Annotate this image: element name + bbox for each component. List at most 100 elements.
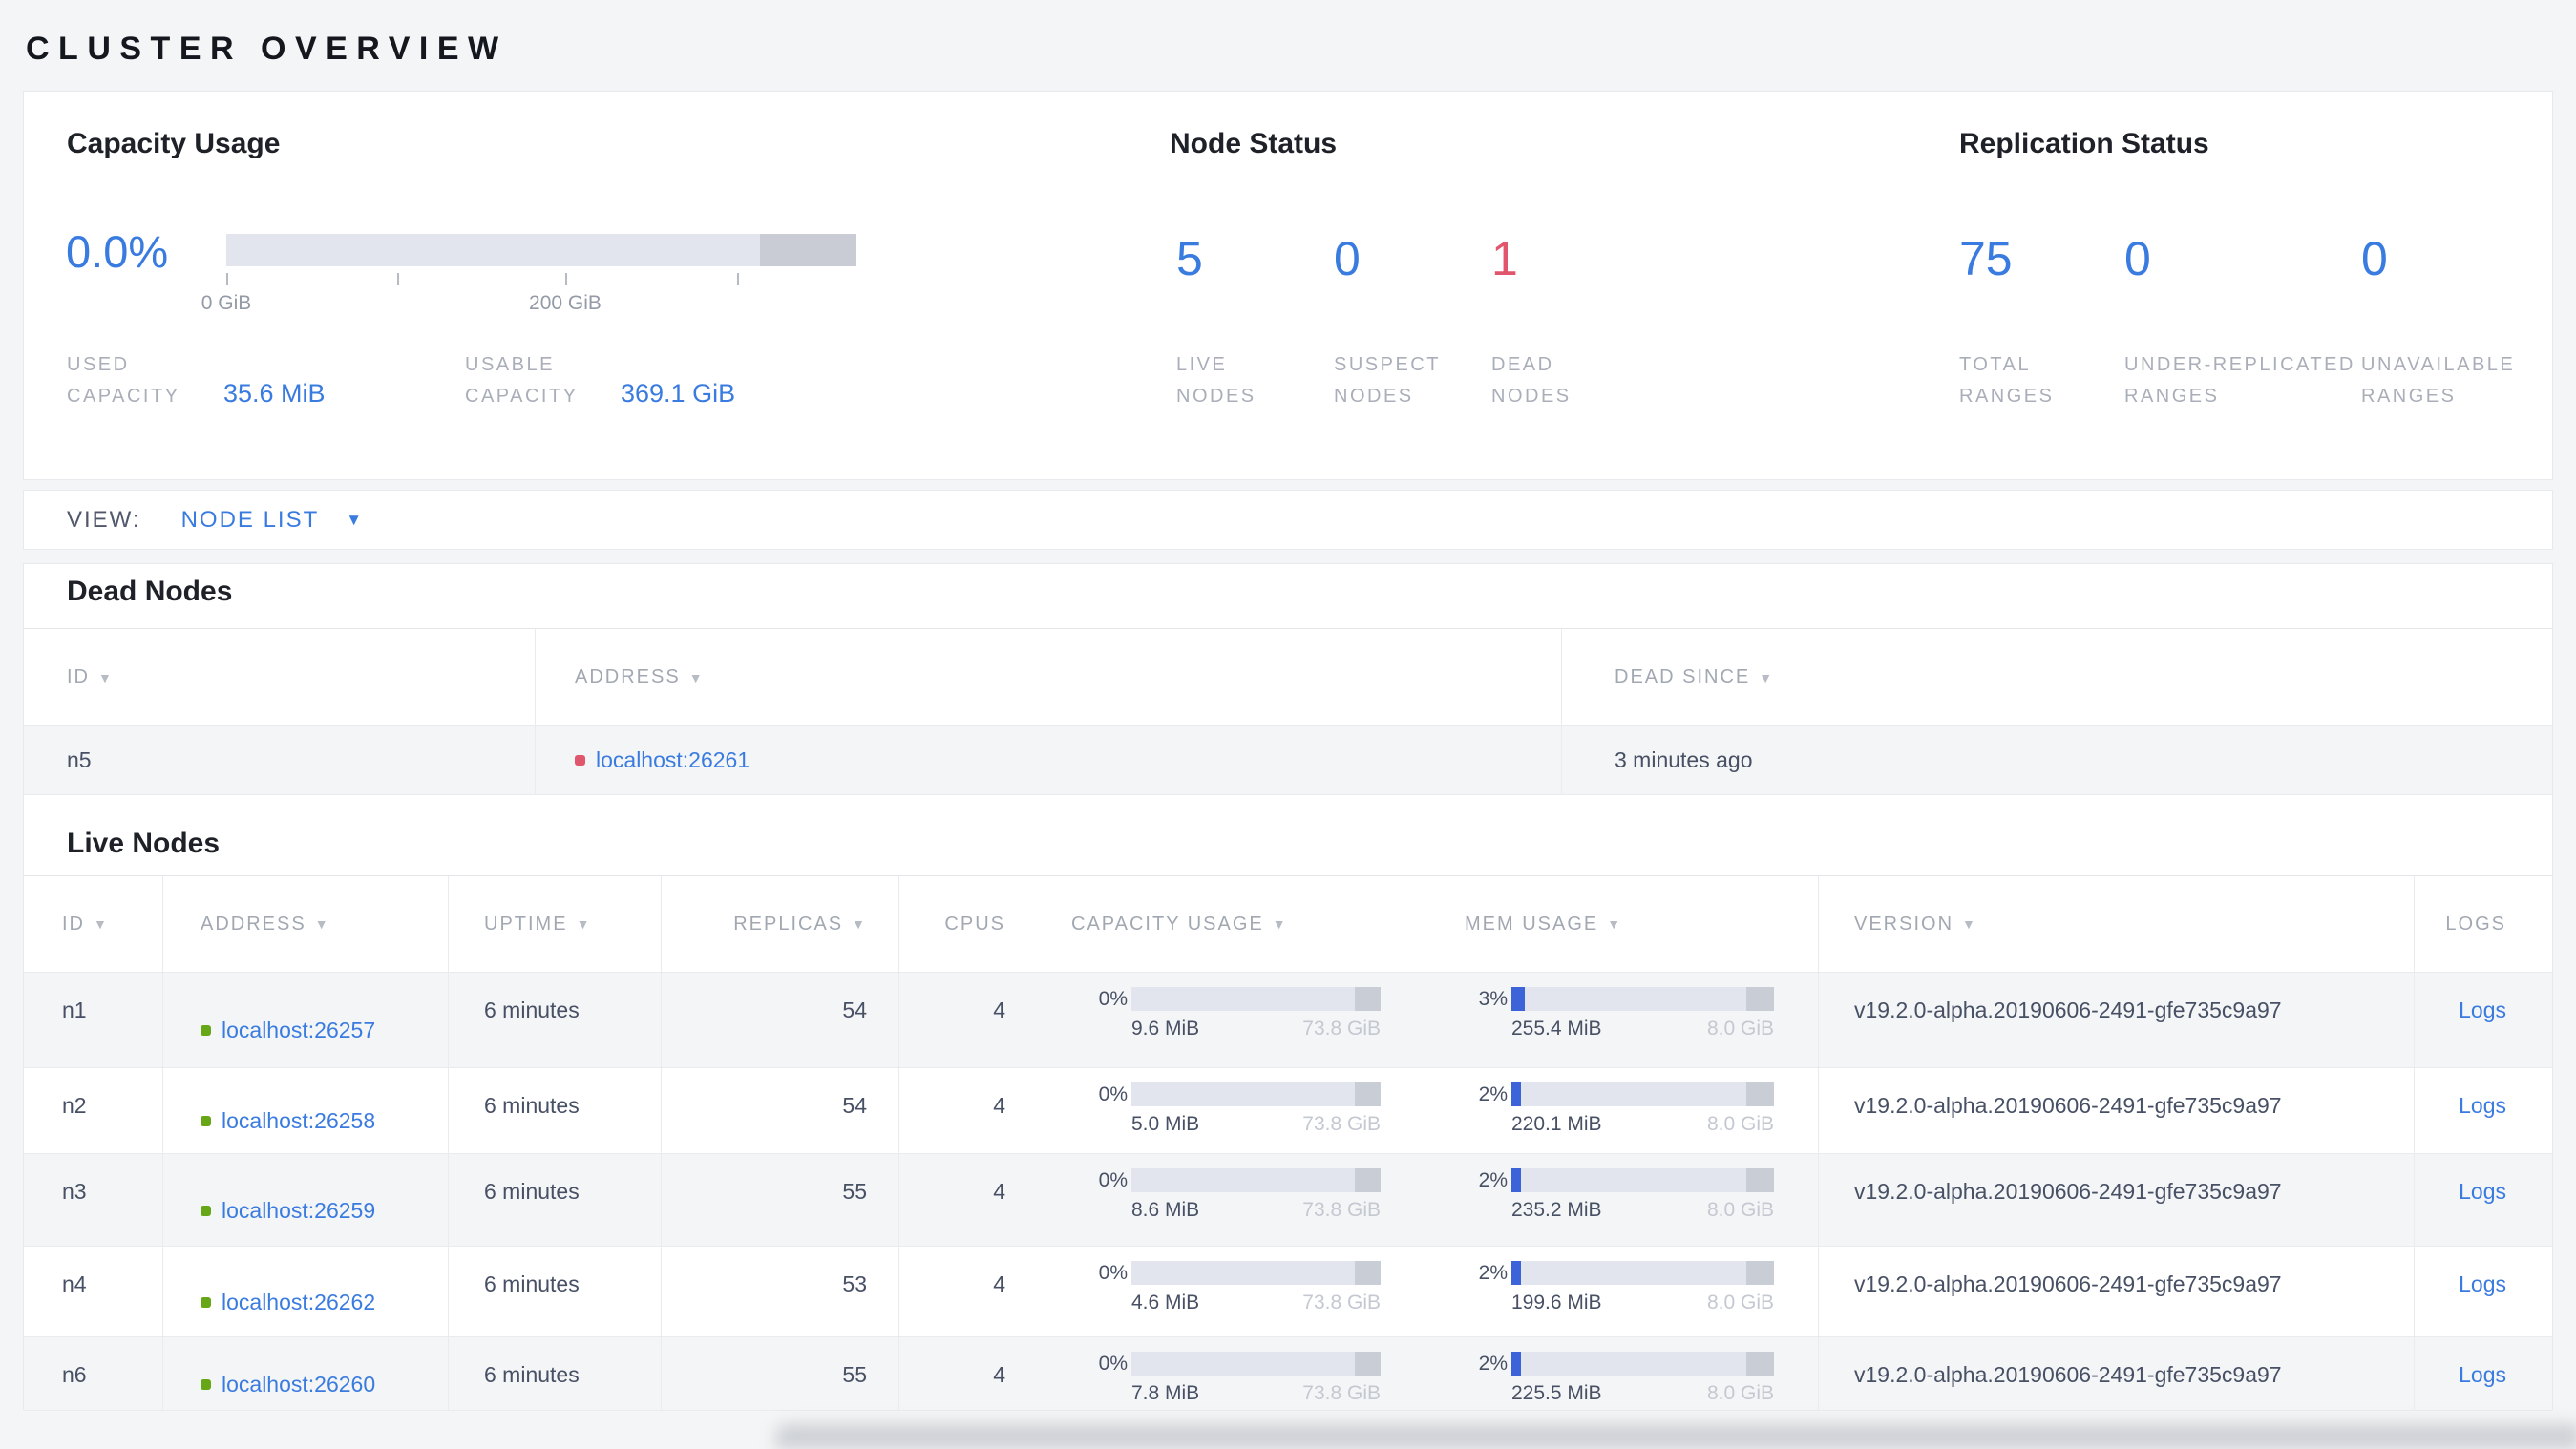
memory-usage-cell: 2% 235.2 MiB 8.0 GiB (1425, 1154, 1819, 1246)
dead-node-address-link[interactable]: localhost:26261 (596, 747, 750, 773)
nodes-panel: Dead Nodes ID ▼ ADDRESS ▼ DEAD SINCE ▼ n5 loca… (23, 563, 2553, 1411)
column-header-label: CAPACITY USAGE (1071, 913, 1264, 934)
sort-desc-icon: ▼ (94, 916, 109, 932)
view-label: VIEW: (67, 506, 141, 533)
memory-usage-percent: 2% (1478, 1261, 1508, 1284)
logs-link[interactable]: Logs (2459, 1271, 2506, 1296)
memory-total-value: 8.0 GiB (1706, 1292, 1774, 1313)
logs-link[interactable]: Logs (2459, 998, 2506, 1022)
capacity-usage-percent: 0% (1098, 1082, 1128, 1105)
memory-usage-bar (1511, 1082, 1774, 1106)
column-header-version[interactable]: VERSION ▼ (1819, 876, 2415, 972)
dead-node-dot-icon (575, 755, 585, 766)
capacity-total-value: 73.8 GiB (1302, 1018, 1381, 1040)
live-node-dot-icon (201, 1025, 211, 1036)
capacity-usage-bar (1131, 1352, 1381, 1376)
under-replicated-ranges-label: UNDER-REPLICATED RANGES (2124, 354, 2355, 407)
capacity-used-value: 8.6 MiB (1131, 1199, 1200, 1221)
capacity-usage-labels: 7.8 MiB 73.8 GiB (1131, 1382, 1381, 1405)
capacity-usage-meter: 0% (1080, 1352, 1381, 1376)
column-header-label: ID (62, 913, 85, 934)
live-node-row: n6 localhost:26260 6 minutes 55 4 0% 7.8 MiB 73… (24, 1337, 2552, 1411)
column-header-replicas[interactable]: REPLICAS ▼ (662, 876, 899, 972)
memory-usage-labels: 220.1 MiB 8.0 GiB (1511, 1113, 1774, 1136)
sort-desc-icon: ▼ (1607, 916, 1623, 932)
column-header-label: VERSION (1854, 913, 1954, 934)
capacity-usage-bar (1131, 1168, 1381, 1192)
capacity-usage-cap-segment (1354, 1261, 1381, 1285)
live-node-dot-icon (201, 1296, 211, 1308)
column-header-label: MEM USAGE (1465, 913, 1599, 934)
memory-usage-bar (1511, 1168, 1774, 1192)
memory-usage-meter: 2% (1460, 1352, 1774, 1376)
column-header-address[interactable]: ADDRESS ▼ (536, 629, 1562, 725)
view-selector-bar: VIEW: NODE LIST ▼ (23, 490, 2553, 550)
column-header-address[interactable]: ADDRESS ▼ (163, 876, 449, 972)
dead-node-row: n5 localhost:26261 3 minutes ago (24, 726, 2552, 795)
node-address-link[interactable]: localhost:26262 (222, 1290, 375, 1315)
memory-used-value: 255.4 MiB (1511, 1018, 1602, 1040)
dead-since-cell: 3 minutes ago (1615, 747, 1753, 772)
node-id-cell: n1 (24, 973, 163, 1067)
memory-usage-fill (1511, 987, 1525, 1011)
node-address-cell: localhost:26262 (163, 1247, 449, 1336)
column-header-label: LOGS (2445, 913, 2506, 934)
memory-usage-fill (1511, 1261, 1521, 1285)
live-node-dot-icon (201, 1378, 211, 1390)
logs-link[interactable]: Logs (2459, 1179, 2506, 1204)
column-header-label: REPLICAS (733, 913, 844, 934)
page-bottom-shadow (775, 1424, 2576, 1449)
capacity-usage-percent: 0% (1098, 1261, 1128, 1284)
capacity-usage-cell: 0% 9.6 MiB 73.8 GiB (1045, 973, 1425, 1067)
replicas-cell: 55 (662, 1154, 899, 1246)
column-header-id[interactable]: ID ▼ (24, 876, 163, 972)
gauge-tick (397, 273, 399, 285)
column-header-label: ADDRESS (201, 913, 306, 934)
logs-link[interactable]: Logs (2459, 1362, 2506, 1387)
column-header-dead-since[interactable]: DEAD SINCE ▼ (1562, 629, 2552, 725)
node-address-link[interactable]: localhost:26259 (222, 1198, 375, 1224)
memory-usage-percent: 3% (1478, 987, 1508, 1010)
node-address-link[interactable]: localhost:26260 (222, 1372, 375, 1397)
live-node-dot-icon (201, 1116, 211, 1126)
capacity-usage-cap-segment (1354, 1168, 1381, 1192)
view-dropdown[interactable]: NODE LIST (181, 507, 320, 534)
memory-usage-meter: 2% (1460, 1168, 1774, 1192)
sort-desc-icon: ▼ (688, 669, 705, 685)
capacity-used-value: 9.6 MiB (1131, 1018, 1200, 1040)
used-capacity-value: 35.6 MiB (223, 379, 326, 408)
node-address-link[interactable]: localhost:26257 (222, 1018, 375, 1043)
capacity-usage-bar (1131, 1082, 1381, 1106)
capacity-used-value: 5.0 MiB (1131, 1113, 1200, 1135)
column-header-cpus: CPUS (899, 876, 1045, 972)
memory-used-value: 199.6 MiB (1511, 1292, 1602, 1313)
live-nodes-section-title: Live Nodes (67, 828, 221, 859)
memory-total-value: 8.0 GiB (1706, 1113, 1774, 1135)
column-header-capacity-usage[interactable]: CAPACITY USAGE ▼ (1045, 876, 1425, 972)
cpus-cell: 4 (899, 1068, 1045, 1153)
under-replicated-ranges-count: 0 (2124, 232, 2151, 285)
capacity-usage-cell: 0% 4.6 MiB 73.8 GiB (1045, 1247, 1425, 1336)
column-header-label: ID (67, 666, 90, 687)
capacity-total-value: 73.8 GiB (1302, 1382, 1381, 1404)
usable-capacity-label: USABLE CAPACITY (465, 354, 579, 407)
capacity-usage-cell: 0% 8.6 MiB 73.8 GiB (1045, 1154, 1425, 1246)
column-header-id[interactable]: ID ▼ (24, 629, 536, 725)
column-header-uptime[interactable]: UPTIME ▼ (449, 876, 662, 972)
sort-desc-icon: ▼ (576, 916, 592, 932)
memory-usage-cell: 2% 199.6 MiB 8.0 GiB (1425, 1247, 1819, 1336)
dropdown-caret-icon[interactable]: ▼ (346, 511, 362, 530)
logs-link[interactable]: Logs (2459, 1093, 2506, 1118)
sort-desc-icon: ▼ (852, 916, 867, 932)
capacity-usage-labels: 4.6 MiB 73.8 GiB (1131, 1292, 1381, 1314)
memory-used-value: 235.2 MiB (1511, 1199, 1602, 1221)
cpus-cell: 4 (899, 973, 1045, 1067)
used-capacity-label: USED CAPACITY (67, 354, 180, 407)
uptime-cell: 6 minutes (449, 1337, 662, 1410)
capacity-usage-labels: 9.6 MiB 73.8 GiB (1131, 1018, 1381, 1040)
capacity-percent: 0.0% (66, 226, 169, 277)
live-node-dot-icon (201, 1205, 211, 1216)
node-address-link[interactable]: localhost:26258 (222, 1108, 375, 1134)
cpus-cell: 4 (899, 1247, 1045, 1336)
column-header-mem-usage[interactable]: MEM USAGE ▼ (1425, 876, 1819, 972)
